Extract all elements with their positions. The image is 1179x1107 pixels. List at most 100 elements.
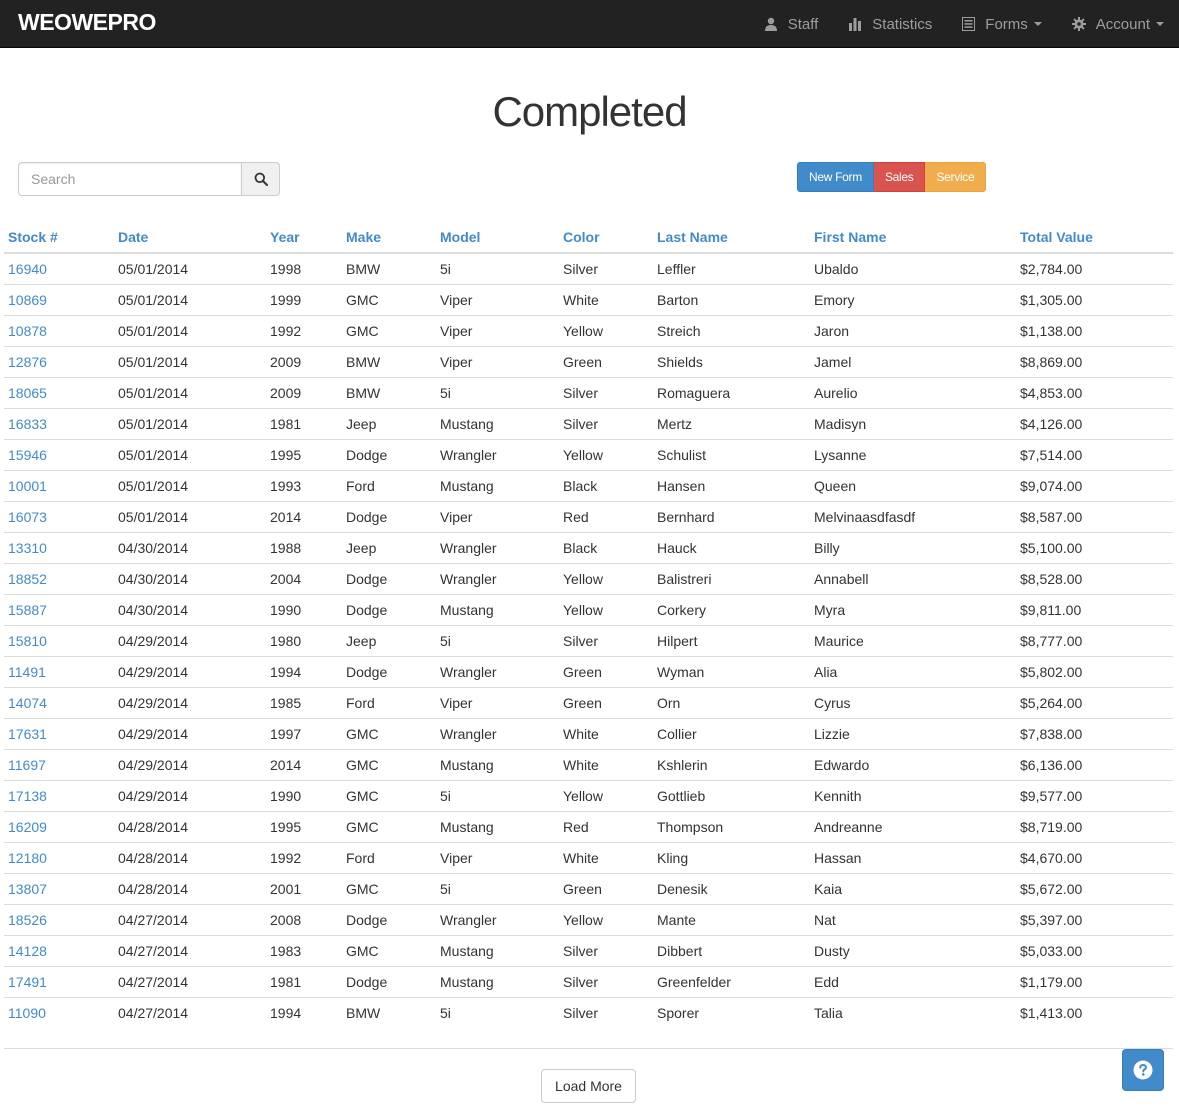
cell-color: White [559, 842, 653, 874]
cell-stock[interactable]: 10869 [4, 284, 114, 316]
cell-stock[interactable]: 11697 [4, 749, 114, 781]
column-header-stock[interactable]: Stock # [4, 222, 114, 254]
cell-first-name: Melvinaasdfasdf [810, 501, 1016, 533]
cell-stock[interactable]: 11491 [4, 656, 114, 688]
cell-stock[interactable]: 14074 [4, 687, 114, 719]
table-row: 16209 04/28/2014 1995 GMC Mustang Red Thompson… [4, 811, 1173, 843]
cell-stock[interactable]: 13807 [4, 873, 114, 905]
cell-total-value: $4,670.00 [1016, 842, 1173, 874]
table-row: 15946 05/01/2014 1995 Dodge Wrangler Yellow Sc… [4, 439, 1173, 471]
cell-first-name: Annabell [810, 563, 1016, 595]
cell-total-value: $5,802.00 [1016, 656, 1173, 688]
column-header-year[interactable]: Year [266, 222, 342, 254]
new-form-button[interactable]: New Form [797, 162, 874, 192]
table-row: 12180 04/28/2014 1992 Ford Viper White Kling Ha… [4, 842, 1173, 874]
table-row: 10001 05/01/2014 1993 Ford Mustang Black Hanse… [4, 470, 1173, 502]
cell-year: 2008 [266, 904, 342, 936]
cell-year: 1985 [266, 687, 342, 719]
cell-color: Yellow [559, 563, 653, 595]
cell-stock[interactable]: 10878 [4, 315, 114, 347]
cell-year: 1992 [266, 315, 342, 347]
cell-stock[interactable]: 17491 [4, 966, 114, 998]
cell-color: Silver [559, 625, 653, 657]
cell-date: 04/29/2014 [114, 687, 266, 719]
nav-account[interactable]: Account [1057, 0, 1179, 48]
cell-year: 1993 [266, 470, 342, 502]
table-row: 14128 04/27/2014 1983 GMC Mustang Silver Dibbe… [4, 935, 1173, 967]
cell-make: Dodge [342, 594, 436, 626]
cell-stock[interactable]: 18526 [4, 904, 114, 936]
load-more-button[interactable]: Load More [541, 1069, 636, 1103]
cell-date: 05/01/2014 [114, 501, 266, 533]
cell-last-name: Leffler [653, 252, 810, 285]
table-row: 16073 05/01/2014 2014 Dodge Viper Red Bernhard… [4, 501, 1173, 533]
cell-stock[interactable]: 16833 [4, 408, 114, 440]
cell-first-name: Queen [810, 470, 1016, 502]
cell-stock[interactable]: 11090 [4, 997, 114, 1028]
list-icon [962, 17, 976, 31]
cell-total-value: $8,528.00 [1016, 563, 1173, 595]
page-title: Completed [492, 88, 687, 135]
cell-stock[interactable]: 12180 [4, 842, 114, 874]
search-icon [254, 172, 268, 186]
cell-date: 04/30/2014 [114, 594, 266, 626]
cell-stock[interactable]: 16209 [4, 811, 114, 843]
cell-stock[interactable]: 18852 [4, 563, 114, 595]
cell-stock[interactable]: 15887 [4, 594, 114, 626]
brand-logo[interactable]: WEOWEPRO [18, 9, 156, 36]
cell-stock[interactable]: 13310 [4, 532, 114, 564]
cell-year: 1998 [266, 252, 342, 285]
help-button[interactable] [1122, 1049, 1164, 1091]
table-row: 13807 04/28/2014 2001 GMC 5i Green Denesik Kaia… [4, 873, 1173, 905]
column-header-first-name[interactable]: First Name [810, 222, 1016, 254]
cell-year: 2014 [266, 749, 342, 781]
cell-last-name: Mante [653, 904, 810, 936]
nav-staff[interactable]: Staff [749, 0, 834, 48]
cell-total-value: $5,100.00 [1016, 532, 1173, 564]
cell-stock[interactable]: 14128 [4, 935, 114, 967]
cell-last-name: Sporer [653, 997, 810, 1028]
cell-date: 04/29/2014 [114, 656, 266, 688]
cell-color: Yellow [559, 904, 653, 936]
column-header-color[interactable]: Color [559, 222, 653, 254]
column-header-model[interactable]: Model [436, 222, 559, 254]
cell-total-value: $2,784.00 [1016, 252, 1173, 285]
table-row: 16940 05/01/2014 1998 BMW 5i Silver Leffler Uba… [4, 252, 1173, 285]
cell-total-value: $5,033.00 [1016, 935, 1173, 967]
navbar: WEOWEPRO Staff Statistics Forms Account [0, 0, 1179, 48]
nav-forms[interactable]: Forms [947, 0, 1057, 48]
cell-color: Green [559, 873, 653, 905]
column-header-total-value[interactable]: Total Value [1016, 222, 1173, 254]
search-input[interactable] [18, 162, 241, 196]
cell-stock[interactable]: 12876 [4, 346, 114, 378]
cell-stock[interactable]: 15946 [4, 439, 114, 471]
column-header-last-name[interactable]: Last Name [653, 222, 810, 254]
cell-stock[interactable]: 18065 [4, 377, 114, 409]
sales-button[interactable]: Sales [873, 162, 926, 192]
caret-down-icon [1033, 22, 1042, 26]
cell-stock[interactable]: 17138 [4, 780, 114, 812]
service-button[interactable]: Service [925, 162, 987, 192]
column-header-make[interactable]: Make [342, 222, 436, 254]
table-row: 17138 04/29/2014 1990 GMC 5i Yellow Gottlieb Ke… [4, 780, 1173, 812]
cell-stock[interactable]: 17631 [4, 718, 114, 750]
cell-first-name: Jamel [810, 346, 1016, 378]
cell-stock[interactable]: 16940 [4, 252, 114, 285]
cell-stock[interactable]: 10001 [4, 470, 114, 502]
cell-last-name: Wyman [653, 656, 810, 688]
cell-make: GMC [342, 718, 436, 750]
cell-make: GMC [342, 749, 436, 781]
table-row: 11491 04/29/2014 1994 Dodge Wrangler Green Wym… [4, 656, 1173, 688]
cell-total-value: $6,136.00 [1016, 749, 1173, 781]
column-header-date[interactable]: Date [114, 222, 266, 254]
nav-statistics[interactable]: Statistics [833, 0, 947, 48]
cell-date: 05/01/2014 [114, 346, 266, 378]
cell-make: Dodge [342, 966, 436, 998]
cell-stock[interactable]: 15810 [4, 625, 114, 657]
cell-date: 04/28/2014 [114, 842, 266, 874]
cell-color: Silver [559, 997, 653, 1028]
cell-stock[interactable]: 16073 [4, 501, 114, 533]
search-button[interactable] [241, 162, 280, 196]
table-row: 18526 04/27/2014 2008 Dodge Wrangler Yellow Ma… [4, 904, 1173, 936]
cell-date: 04/27/2014 [114, 904, 266, 936]
